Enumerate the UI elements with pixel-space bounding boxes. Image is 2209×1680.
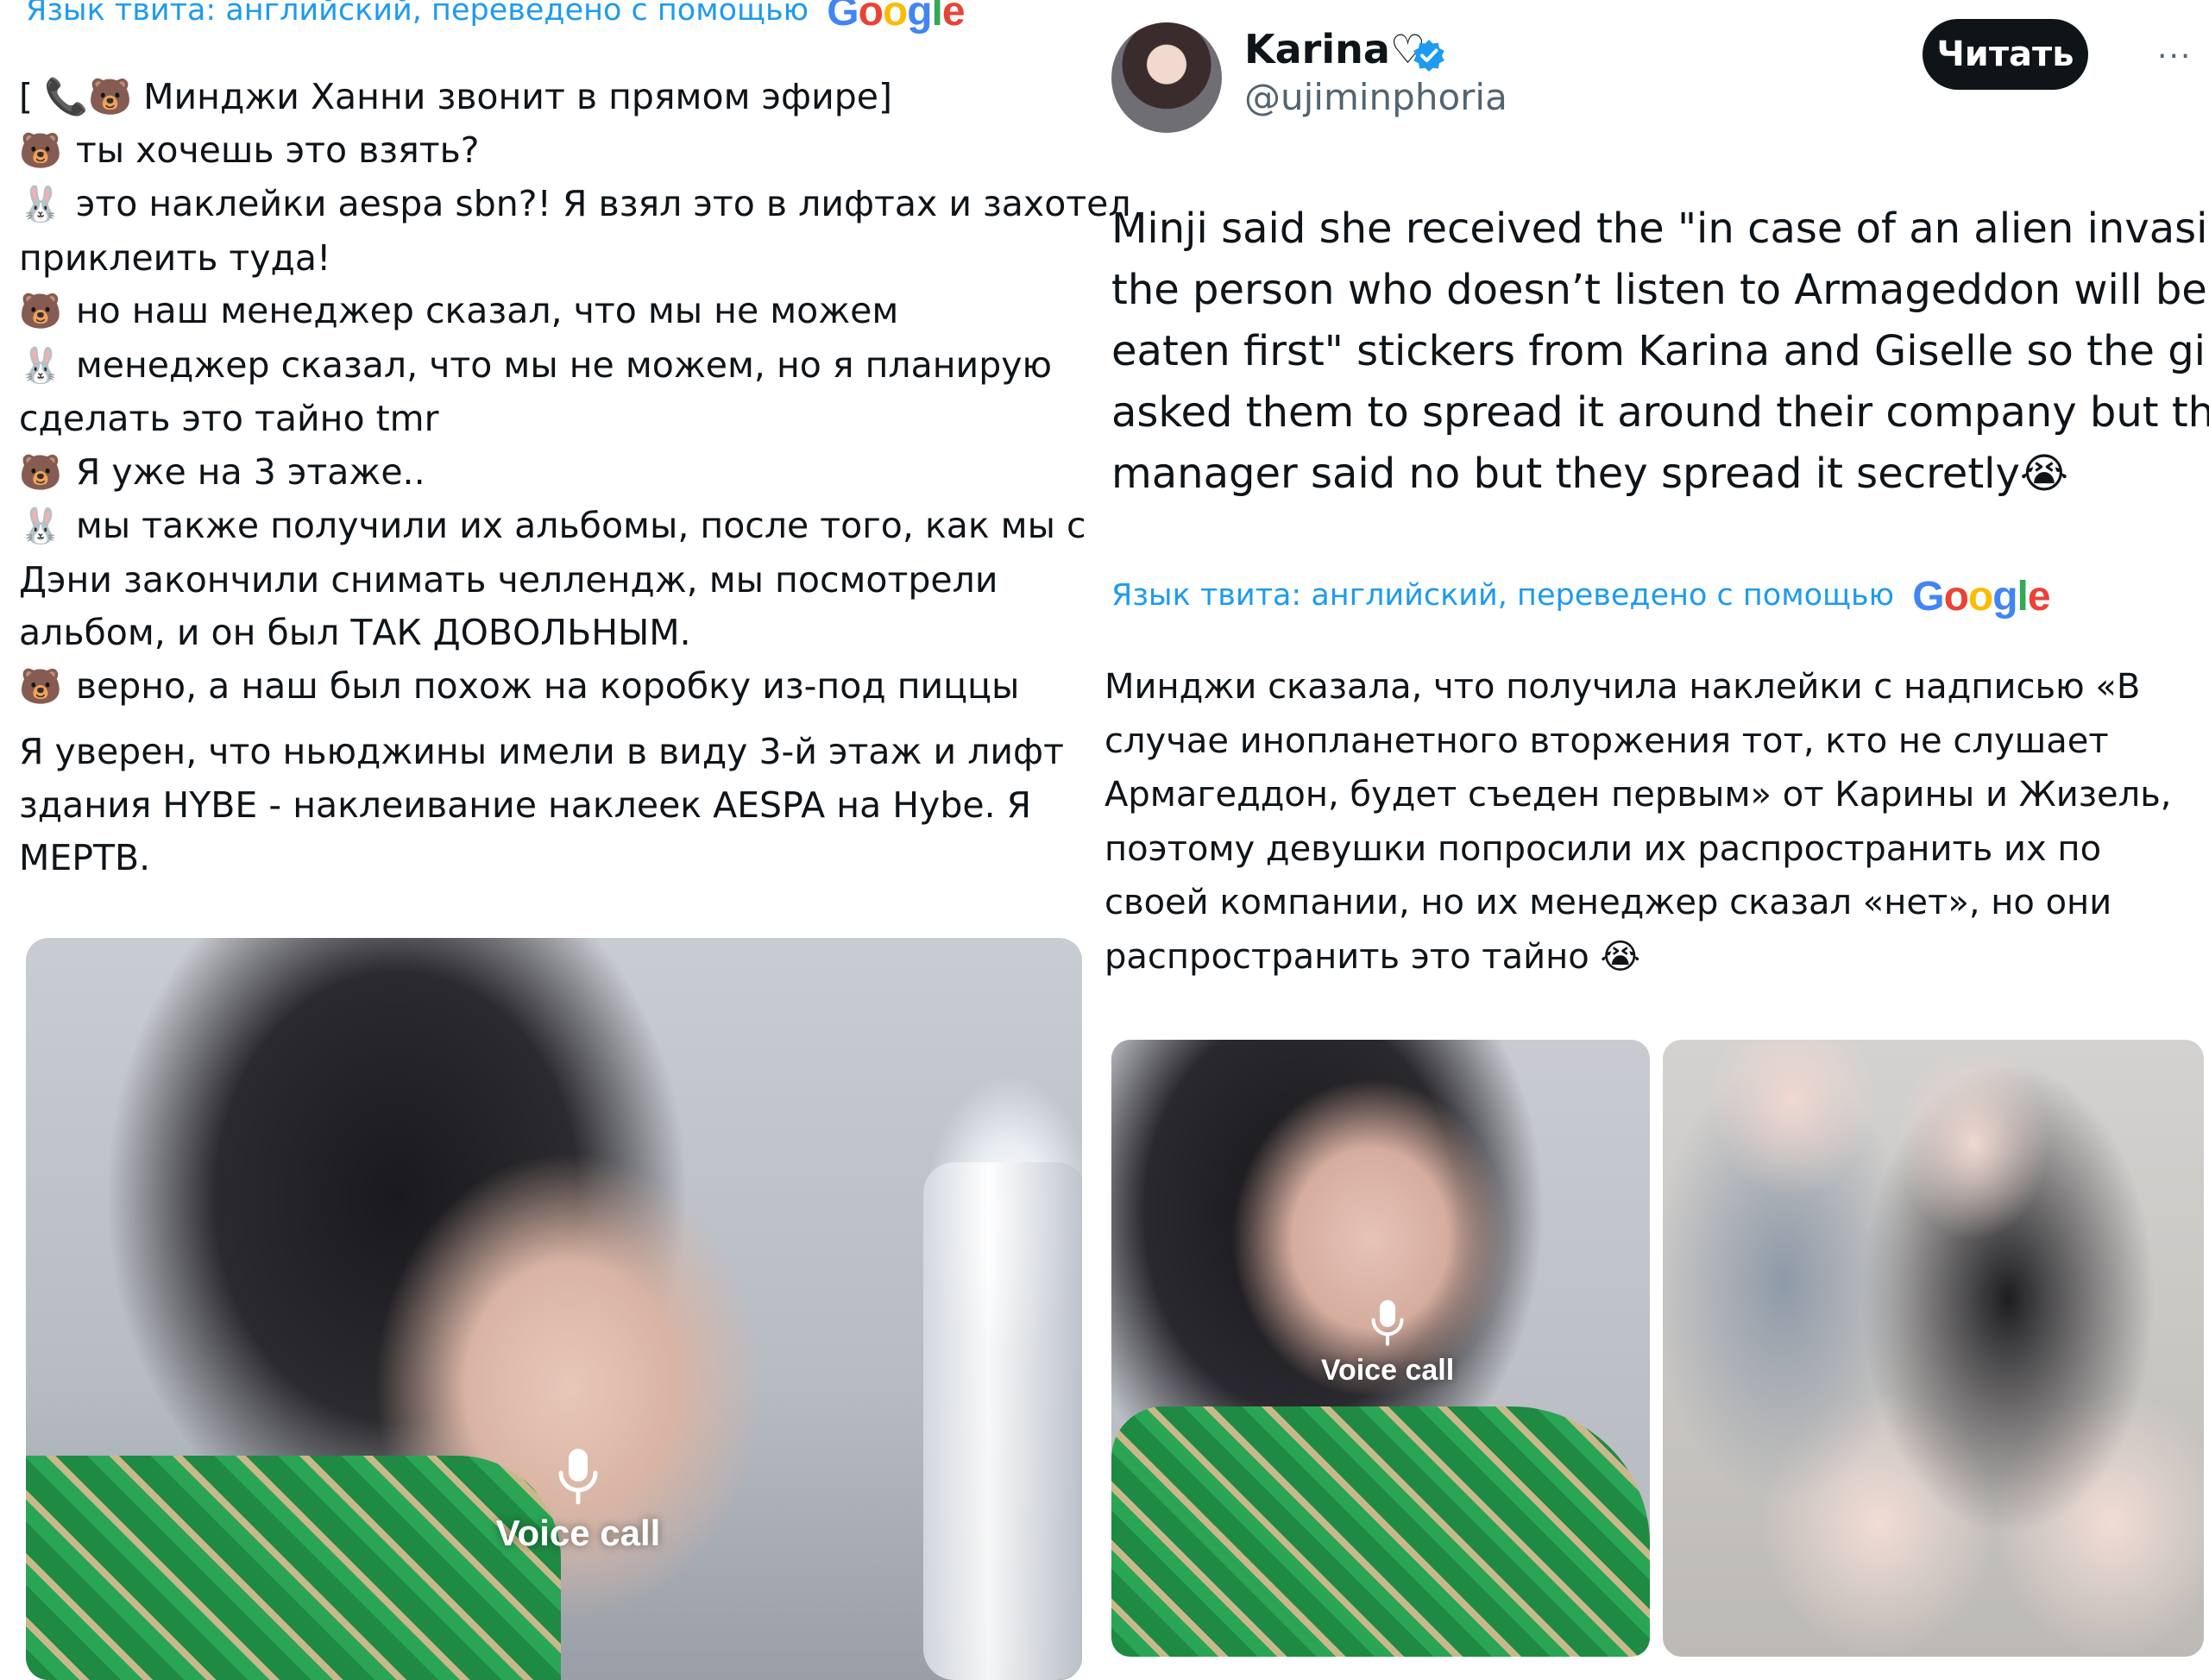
translated-line: поэтому девушки попросили их распростран… (1104, 828, 2102, 869)
bear-emoji: 🐻 (19, 666, 62, 707)
microphone-icon (1371, 1299, 1404, 1346)
tweet-photo[interactable]: Voice call (1111, 1040, 1650, 1657)
translated-line: Минджи сказала, что получила наклейки с … (1104, 667, 2141, 707)
translation-note[interactable]: Язык твита: английский, переведено с пом… (1111, 573, 2051, 620)
tweet-line: сделать это тайно tmr (19, 398, 439, 439)
bear-emoji: 🐻 (19, 452, 62, 493)
tweet-line: 🐻 ты хочешь это взять? (19, 129, 480, 171)
author-handle[interactable]: @ujiminphoria (1244, 76, 1507, 118)
microphone-icon (558, 1449, 598, 1505)
tweet-line: альбом, и он был ТАК ДОВОЛЬНЫМ. (19, 612, 691, 653)
verified-badge-icon (1413, 40, 1444, 72)
translated-text: Минджи сказала, что получила наклейки с … (1104, 660, 2196, 984)
translation-note-text: Язык твита: английский, переведено с пом… (26, 0, 809, 28)
tweet-line: приклеить туда! (19, 236, 331, 279)
voice-call-overlay: Voice call (457, 1447, 699, 1554)
tweet-line: 🐻 Я уже на 3 этаже.. (19, 450, 425, 493)
follow-button[interactable]: Читать (1923, 19, 2088, 90)
translation-note[interactable]: Язык твита: английский, переведено с пом… (26, 0, 966, 35)
photo-phone-detail (923, 1162, 1082, 1680)
rabbit-emoji: 🐰 (19, 185, 62, 224)
google-logo: Google (827, 0, 965, 35)
voice-call-label: Voice call (495, 1513, 661, 1553)
left-tweet: Язык твита: английский, переведено с пом… (0, 0, 1131, 1680)
bear-emoji: 🐻 (19, 130, 62, 171)
photo-sweater-detail (1111, 1406, 1650, 1657)
translated-line: случае инопланетного вторжения тот, кто … (1104, 720, 2109, 761)
tweet-line: 🐻 но наш менеджер сказал, что мы не можем (19, 290, 899, 331)
tweet-text-line: eaten first" stickers from Karina and Gi… (1111, 327, 2209, 375)
left-tweet-text: [ 📞🐻 Минджи Ханни звонит в прямом эфире]… (19, 71, 1131, 885)
tweet-text-line: Minji said she received the "in case of … (1111, 204, 2209, 253)
rabbit-emoji: 🐰 (19, 345, 62, 386)
more-options-icon[interactable]: ··· (2157, 41, 2192, 72)
rabbit-emoji: 🐰 (19, 507, 62, 546)
voice-call-label: Voice call (1320, 1354, 1455, 1387)
comment-line: здания HYBE - наклеивание наклеек AESPA … (19, 783, 1032, 826)
tweet-line: 🐰 менеджер сказал, что мы не можем, но я … (19, 343, 1052, 386)
bear-emoji: 🐻 (19, 292, 62, 331)
google-logo: Google (1912, 574, 2050, 620)
tweet-line: 🐰 это наклейки aespa sbn?! Я взял это в л… (19, 183, 1131, 224)
translation-note-text: Язык твита: английский, переведено с пом… (1111, 578, 1895, 613)
comment-line: МЕРТВ. (19, 837, 151, 878)
translated-line: распространить это тайно 😭 (1104, 936, 1641, 977)
tweet-text-line: asked them to spread it around their com… (1111, 388, 2209, 437)
tweet-line: Дэни закончили снимать челлендж, мы посм… (19, 558, 998, 601)
tweet-photo[interactable] (1663, 1040, 2204, 1657)
comment-line: Я уверен, что ньюджины имели в виду 3-й … (19, 731, 1064, 772)
translated-line: Армагеддон, будет съеден первым» от Кари… (1104, 775, 2172, 815)
tweet-line: 🐰 мы также получили их альбомы, после тог… (19, 505, 1086, 546)
tweet-text-line: manager said no but they spread it secre… (1111, 450, 2068, 498)
tweet-line: 🐻 верно, а наш был похож на коробку из-по… (19, 664, 1020, 707)
tweet-text-line: the person who doesn’t listen to Armaged… (1111, 266, 2207, 314)
translated-line: своей компании, но их менеджер сказал «н… (1104, 883, 2112, 922)
tweet-text: Minji said she received the "in case of … (1111, 198, 2209, 505)
voice-call-overlay: Voice call (1293, 1299, 1482, 1387)
author-name[interactable]: Karina♡ (1244, 26, 1425, 72)
tweet-photo[interactable]: Voice call (26, 938, 1082, 1680)
avatar[interactable] (1111, 22, 1222, 133)
tweet-line: [ 📞🐻 Минджи Ханни звонит в прямом эфире] (19, 76, 892, 117)
